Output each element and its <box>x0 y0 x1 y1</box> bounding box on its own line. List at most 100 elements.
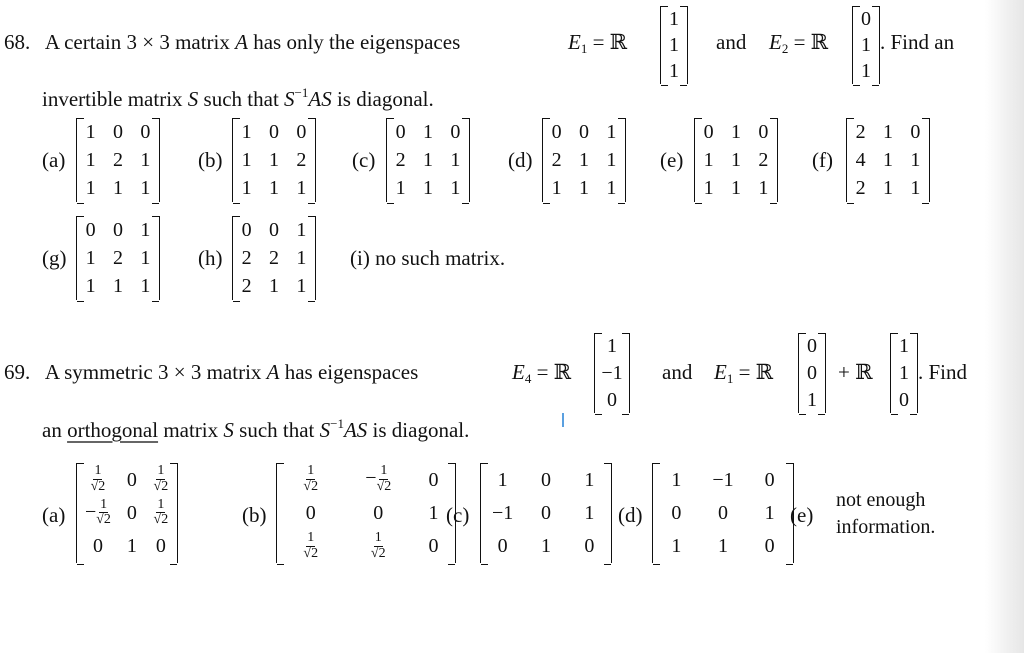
inverse-superscript: −1 <box>294 85 309 100</box>
matrix-entry: 1 <box>241 149 252 171</box>
problem-69-line2: an orthogonal matrix S such that S−1AS i… <box>42 416 469 443</box>
option-label: (c) <box>446 503 470 527</box>
matrix-entry: 0 <box>268 219 279 241</box>
matrix-entry: 0 <box>112 219 123 241</box>
matrix-entry: 1 <box>861 34 871 56</box>
matrix-symbol: A <box>266 360 280 384</box>
option-69-b-matrix[interactable]: 1 √2−1 √2 0 0 0 1 1 √2 1 √2 0 <box>276 463 456 565</box>
numerator: 1 <box>306 530 316 547</box>
minus-sign: − <box>84 500 97 523</box>
eigenspace-subscript: 4 <box>524 371 532 386</box>
option-68-i[interactable]: (i) no such matrix. <box>350 246 505 271</box>
matrix-entry: 1 <box>607 335 617 358</box>
matrix-entry: 1 <box>268 149 279 171</box>
matrix-entry: 1 <box>85 121 96 143</box>
fraction-entry: 1 √2 <box>277 530 345 561</box>
matrix-entry: 0 <box>899 388 909 411</box>
option-68-f-matrix[interactable]: 210411211 <box>846 118 930 204</box>
fraction: 1 √2 <box>154 464 169 494</box>
matrix-entry: 0 <box>305 501 316 524</box>
denominator: √2 <box>303 545 319 561</box>
matrix-entry: 1 <box>606 149 617 171</box>
option-label: (h) <box>198 246 223 270</box>
statement-text: has only the eigenspaces <box>253 30 461 54</box>
option-69-e[interactable]: not enough information. <box>836 487 935 541</box>
underlined-word: orthogonal <box>67 418 159 442</box>
matrix-entry: 1 <box>578 177 589 199</box>
matrix-symbol: S <box>284 87 295 111</box>
matrix-entry: 1 <box>910 177 921 199</box>
statement-text: A certain 3 × 3 matrix <box>44 30 230 54</box>
matrix-entry: 0 <box>807 335 817 358</box>
option-68-c-matrix[interactable]: 010211111 <box>386 118 470 204</box>
eigenspace-label: E <box>714 360 727 384</box>
problem-69-statement: 69. A symmetric 3 × 3 matrix A has eigen… <box>4 360 418 385</box>
matrix-entry: 2 <box>551 149 562 171</box>
option-label: (f) <box>812 148 833 172</box>
eigenspace-e1: E1 = ℝ <box>714 360 773 387</box>
matrix-entry: 1 <box>450 149 461 171</box>
matrix-entry: 0 <box>296 121 307 143</box>
matrix-entry: 0 <box>395 121 406 143</box>
problem-68-line2: invertible matrix S such that S−1AS is d… <box>42 85 434 112</box>
matrix-entry: 0 <box>126 501 137 524</box>
option-68-d-matrix[interactable]: 001211111 <box>542 118 626 204</box>
option-69-a-matrix[interactable]: 1 √2 0 1 √2−1 √2 0 1 √2 0 1 0 <box>76 463 178 565</box>
option-label: (i) <box>350 246 370 270</box>
matrix-entry: −1 <box>712 468 734 491</box>
eigenspace-label: E <box>512 360 525 384</box>
fraction: 1 √2 <box>303 530 319 561</box>
statement-text: matrix <box>163 418 219 442</box>
matrix-entry: 1 <box>85 177 96 199</box>
option-68-e-matrix[interactable]: 010112111 <box>694 118 778 204</box>
matrix-entry: 2 <box>241 275 252 297</box>
matrix-entry: 1 <box>669 34 679 56</box>
option-label: (e) <box>790 503 814 527</box>
matrix-entry: 1 <box>241 121 252 143</box>
matrix-entry: 1 <box>140 247 151 269</box>
matrix-entry: 1 <box>85 247 96 269</box>
option-69-c-matrix[interactable]: 1 0 1 −1 0 1 0 1 0 <box>480 463 612 565</box>
option-68-h-matrix[interactable]: 001221211 <box>232 216 316 302</box>
fraction: 1 √2 <box>303 464 318 494</box>
matrix-entry: 0 <box>671 501 682 524</box>
matrix-entry: 1 <box>296 247 307 269</box>
numerator: 1 <box>156 463 166 481</box>
matrix-entry: 0 <box>428 468 439 491</box>
matrix-entry: 0 <box>112 121 123 143</box>
matrix-entry: 1 <box>730 149 741 171</box>
option-68-b-matrix[interactable]: 100112111 <box>232 118 316 204</box>
matrix-entry: 1 <box>606 121 617 143</box>
matrix-symbol: S <box>187 87 199 111</box>
option-label: (b) <box>242 503 267 527</box>
eigenspace-label: E <box>568 30 581 54</box>
matrix-entry: 1 <box>140 149 151 171</box>
denominator: √2 <box>153 512 169 528</box>
statement-text: is diagonal. <box>372 418 470 442</box>
matrix-entry: 1 <box>450 177 461 199</box>
numerator: 1 <box>373 530 383 547</box>
matrix-product: AS <box>308 87 332 111</box>
matrix-entry: 1 <box>730 121 741 143</box>
statement-tail: . Find <box>918 360 968 384</box>
option-68-a-matrix[interactable]: 100121111 <box>76 118 160 204</box>
matrix-entry: 1 <box>703 177 714 199</box>
matrix-entry: 1 <box>671 535 682 558</box>
matrix-entry: 1 <box>882 149 893 171</box>
numerator: 1 <box>99 496 109 514</box>
matrix-entry: 1 <box>882 121 893 143</box>
matrix-entry: 1 <box>497 468 508 491</box>
minus-sign: − <box>365 467 377 490</box>
numerator: 1 <box>156 496 166 514</box>
matrix-entry: 2 <box>395 149 406 171</box>
fraction: 1 √2 <box>377 464 392 494</box>
matrix-entry: 1 <box>703 149 714 171</box>
option-69-d-matrix[interactable]: 1 −1 0 0 0 1 1 1 0 <box>652 463 794 565</box>
statement-text: has eigenspaces <box>284 360 419 384</box>
option-68-g-matrix[interactable]: 001121111 <box>76 216 160 302</box>
fraction: 1 √2 <box>371 530 386 561</box>
matrix-entry: 1 <box>606 177 617 199</box>
fraction: 1 √2 <box>91 464 106 494</box>
matrix-entry: 1 <box>584 501 595 524</box>
matrix-entry: 1 <box>140 177 151 199</box>
